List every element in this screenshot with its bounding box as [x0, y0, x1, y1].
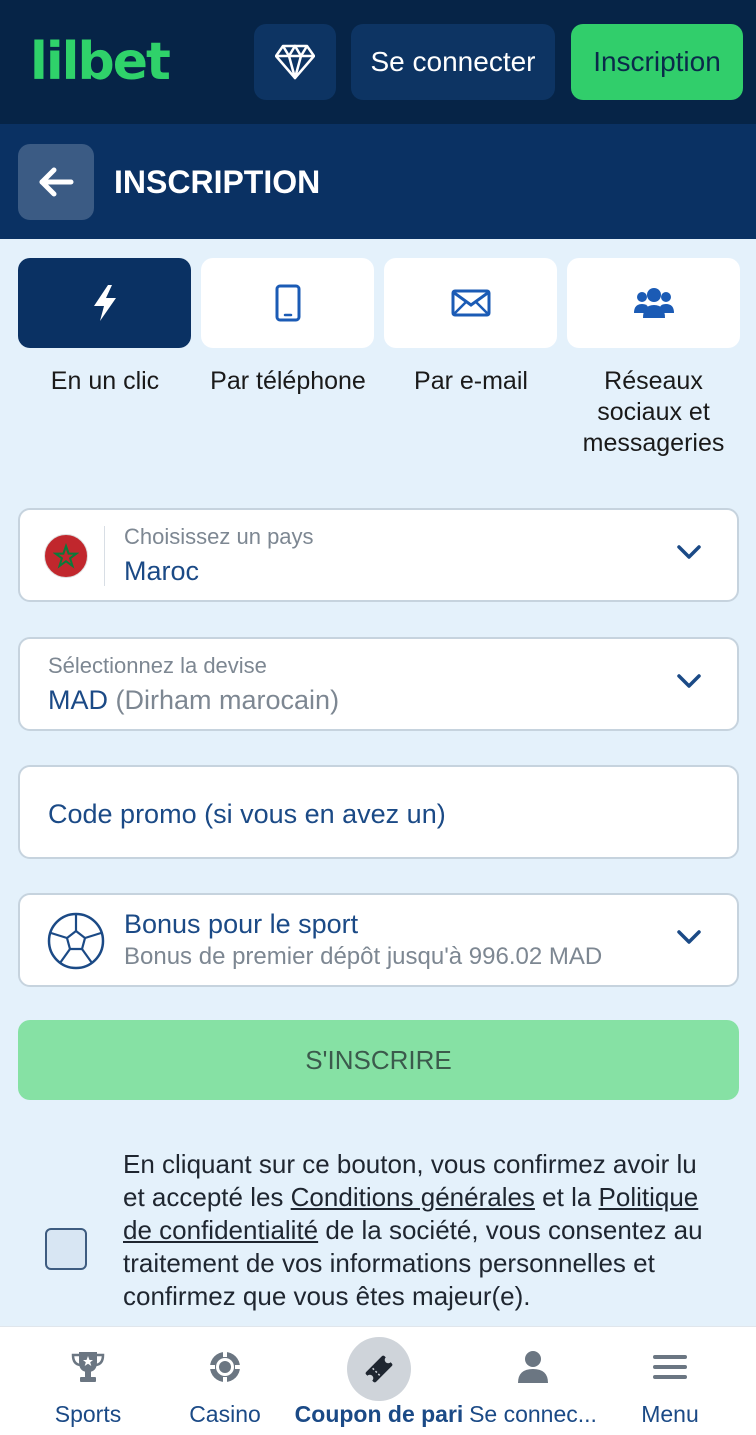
currency-select[interactable]: Sélectionnez la devise MAD (Dirham maroc… [18, 637, 739, 731]
terms-checkbox[interactable] [45, 1228, 87, 1270]
method-phone[interactable] [201, 258, 374, 348]
method-one-click[interactable] [18, 258, 191, 348]
bonus-subtitle: Bonus de premier dépôt jusqu'à 996.02 MA… [124, 943, 603, 970]
field-divider [104, 526, 105, 586]
terms-conditions-link[interactable]: Conditions générales [291, 1182, 535, 1212]
hamburger-icon [653, 1355, 687, 1379]
page-header: INSCRIPTION [0, 124, 756, 239]
nav-menu-label: Menu [641, 1401, 699, 1427]
nav-casino-label: Casino [189, 1401, 261, 1427]
currency-code: MAD [48, 685, 108, 715]
users-icon [633, 288, 674, 318]
envelope-icon [451, 289, 490, 317]
method-label-email: Par e-mail [414, 367, 528, 395]
diamond-icon [275, 44, 315, 80]
submit-register-button[interactable]: S'INSCRIRE [18, 1020, 739, 1100]
bonus-title: Bonus pour le sport [124, 909, 359, 939]
promo-code-placeholder: Code promo (si vous en avez un) [48, 799, 446, 829]
register-button[interactable]: Inscription [571, 24, 743, 100]
lightning-icon [93, 285, 116, 321]
nav-casino[interactable]: Casino [175, 1327, 275, 1435]
chevron-down-icon [677, 930, 701, 944]
bottom-navigation: Sports Casino Coupon de pari Se connec..… [0, 1326, 756, 1435]
method-label-social: Réseaux sociaux et messageries [582, 367, 725, 457]
nav-coupon-label[interactable]: Coupon de pari [290, 1401, 468, 1428]
trophy-icon [71, 1352, 105, 1382]
currency-name: (Dirham marocain) [115, 685, 340, 715]
currency-value: MAD (Dirham marocain) [48, 685, 339, 716]
ticket-icon [365, 1355, 393, 1383]
nav-login[interactable]: Se connec... [463, 1327, 603, 1435]
bonus-select[interactable]: Bonus pour le sport Bonus de premier dép… [18, 893, 739, 987]
user-icon [518, 1351, 548, 1383]
page-title: INSCRIPTION [114, 164, 321, 200]
currency-label: Sélectionnez la devise [48, 653, 267, 678]
promo-code-input[interactable]: Code promo (si vous en avez un) [18, 765, 739, 859]
terms-text: En cliquant sur ce bouton, vous confirme… [123, 1148, 723, 1313]
terms-part2: et la [534, 1182, 599, 1212]
method-label-one-click: En un clic [50, 367, 160, 395]
country-value: Maroc [124, 556, 200, 586]
country-select[interactable]: Choisissez un pays Maroc [18, 508, 739, 602]
soccer-ball-icon [47, 912, 105, 970]
country-label: Choisissez un pays [124, 524, 314, 549]
nav-coupon[interactable] [347, 1337, 411, 1401]
back-button[interactable] [18, 144, 94, 220]
casino-chip-icon [209, 1351, 241, 1383]
vip-diamond-button[interactable] [254, 24, 336, 100]
method-email[interactable] [384, 258, 557, 348]
nav-sports[interactable]: Sports [38, 1327, 138, 1435]
nav-menu[interactable]: Menu [620, 1327, 720, 1435]
top-bar: lilbet Se connecter Inscription [0, 0, 756, 124]
chevron-down-icon [677, 674, 701, 688]
phone-icon [275, 284, 300, 322]
morocco-flag-icon [44, 534, 88, 578]
login-button[interactable]: Se connecter [351, 24, 555, 100]
method-social[interactable] [567, 258, 740, 348]
nav-login-label: Se connec... [469, 1401, 597, 1427]
chevron-down-icon [677, 545, 701, 559]
arrow-left-icon [39, 167, 74, 197]
lilbet-logo[interactable]: lilbet [30, 34, 171, 90]
nav-sports-label: Sports [54, 1401, 122, 1427]
method-label-phone: Par téléphone [210, 367, 366, 395]
